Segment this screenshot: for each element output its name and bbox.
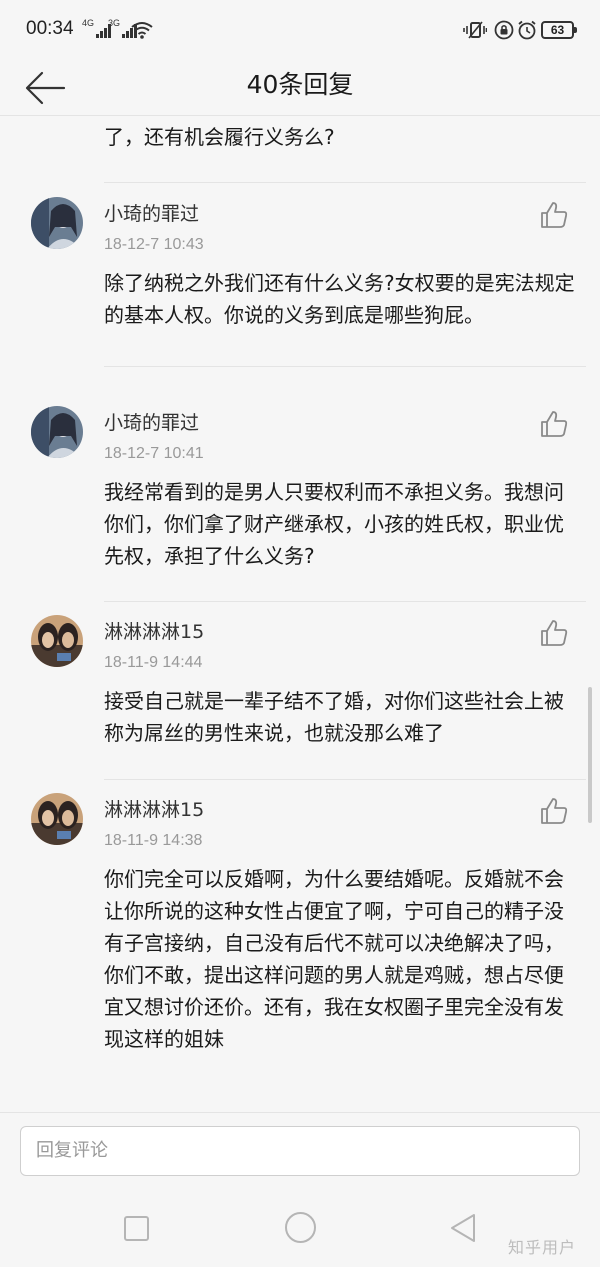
wifi-icon (131, 22, 153, 39)
alarm-icon (518, 20, 536, 40)
previous-comment-tail: 了，还有机会履行义务么? (104, 125, 335, 149)
comment-author[interactable]: 淋淋淋淋15 (104, 617, 204, 644)
comment-text: 接受自己就是一辈子结不了婚，对你们这些社会上被称为屌丝的男性来说，也就没那么难了 (104, 689, 564, 745)
lock-rotation-icon (494, 20, 514, 40)
thumbs-up-icon[interactable] (540, 797, 568, 825)
comment-item[interactable]: 淋淋淋淋15 18-11-9 14:44 接受自己就是一辈子结不了婚，对你们这些… (0, 601, 600, 779)
reply-input[interactable]: 回复评论 (20, 1126, 580, 1176)
comment-item[interactable]: 小琦的罪过 18-12-7 10:43 除了纳税之外我们还有什么义务?女权要的是… (0, 183, 600, 366)
comment-time: 18-11-9 14:44 (104, 654, 203, 671)
thumbs-up-icon[interactable] (540, 201, 568, 229)
avatar[interactable] (31, 406, 83, 458)
thumbs-up-icon[interactable] (540, 619, 568, 647)
status-time: 00:34 (26, 18, 74, 39)
vibrate-icon (463, 21, 487, 39)
watermark: 知乎用户 (508, 1238, 577, 1257)
comment-time: 18-12-7 10:43 (104, 236, 204, 253)
home-icon[interactable] (285, 1212, 316, 1243)
system-nav-bar: 知乎用户 (0, 1187, 600, 1267)
comment-time: 18-12-7 10:41 (104, 445, 204, 462)
avatar[interactable] (31, 793, 83, 845)
comment-text: 除了纳税之外我们还有什么义务?女权要的是宪法规定的基本人权。你说的义务到底是哪些… (104, 271, 575, 327)
page-title: 40条回复 (246, 70, 354, 99)
comment-text: 我经常看到的是男人只要权利而不承担义务。我想问你们，你们拿了财产继承权，小孩的姓… (104, 480, 564, 568)
comment-text: 你们完全可以反婚啊，为什么要结婚呢。反婚就不会让你所说的这种女性占便宜了啊，宁可… (104, 867, 564, 1051)
comment-item[interactable]: 淋淋淋淋15 18-11-9 14:38 你们完全可以反婚啊，为什么要结婚呢。反… (0, 779, 600, 1112)
divider (104, 366, 586, 367)
network-type-label: 3G (108, 18, 121, 28)
replies-list[interactable]: 了，还有机会履行义务么? 小琦的罪过 18-12-7 10:43 除了纳税之外我… (0, 117, 600, 1112)
network-type-label: 4G (82, 18, 95, 28)
comment-author[interactable]: 淋淋淋淋15 (104, 795, 204, 822)
comment-item[interactable]: 小琦的罪过 18-12-7 10:41 我经常看到的是男人只要权利而不承担义务。… (0, 392, 600, 601)
header-bar: 40条回复 (0, 60, 600, 116)
avatar[interactable] (31, 197, 83, 249)
comment-time: 18-11-9 14:38 (104, 832, 203, 849)
battery-indicator: 63 (541, 21, 577, 39)
thumbs-up-icon[interactable] (540, 410, 568, 438)
comment-author[interactable]: 小琦的罪过 (104, 199, 199, 226)
status-bar: 00:34 4G 3G 63 (0, 0, 600, 60)
recent-apps-icon[interactable] (124, 1216, 149, 1241)
nav-back-icon[interactable] (449, 1212, 477, 1244)
scrollbar[interactable] (588, 687, 592, 823)
avatar[interactable] (31, 615, 83, 667)
comment-author[interactable]: 小琦的罪过 (104, 408, 199, 435)
reply-bar: 回复评论 (0, 1112, 600, 1187)
